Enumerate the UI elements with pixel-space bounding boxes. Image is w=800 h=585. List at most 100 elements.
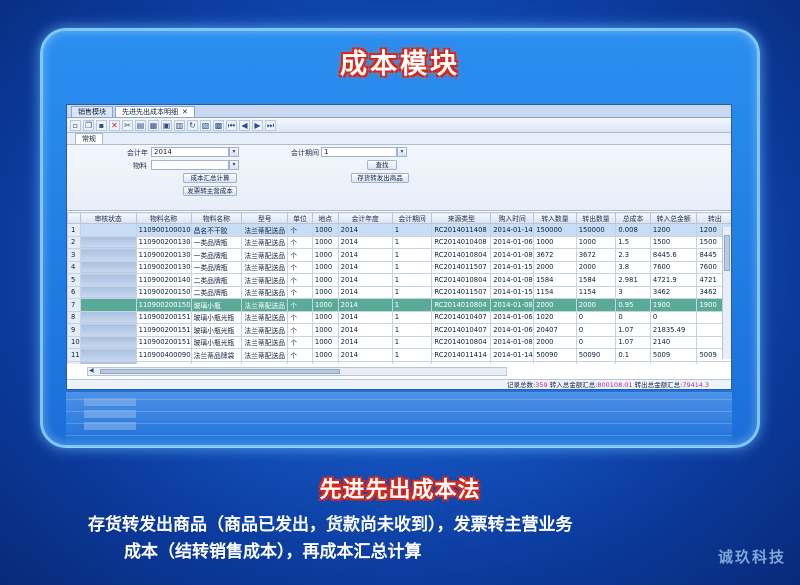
table-row[interactable]: 5 110900200140 二类品牌瓶 法兰蒂配送品个 1000 2014 1 RC2014… [67, 273, 731, 287]
table-cell[interactable]: 110900200151 [135, 323, 192, 337]
table-cell[interactable]: 个 [287, 285, 313, 299]
tab-sales-module[interactable]: 销售模块 [71, 106, 113, 117]
print-icon[interactable]: ▦ [148, 119, 159, 131]
table-cell[interactable]: 1 [391, 360, 433, 364]
table-row[interactable]: 10 110900200151 玻璃小瓶光瓶 法兰蒂配送品个 1000 2014 1 RC20… [67, 335, 731, 349]
table-cell[interactable]: 1000 [311, 248, 339, 262]
table-cell[interactable]: 二类品牌瓶 [190, 285, 243, 299]
status-cell[interactable] [79, 348, 137, 362]
table-cell[interactable]: 1 [391, 348, 433, 362]
table-cell[interactable]: 1 [391, 298, 433, 312]
table-row[interactable]: 4 110900200130 一类品牌瓶 法兰蒂配送品个 1000 2014 1 RC2014… [67, 260, 731, 274]
column-header[interactable]: 地点 [311, 212, 339, 224]
table-cell[interactable]: RC2014010804 [431, 248, 492, 262]
table-cell[interactable]: 玻璃小瓶光瓶 [190, 335, 243, 349]
status-cell[interactable] [79, 223, 137, 237]
table-cell[interactable]: 110900200130 [135, 235, 192, 249]
table-cell[interactable]: 1 [391, 323, 433, 337]
table-cell[interactable]: 法兰蒂配送品 [241, 223, 289, 237]
table-cell[interactable]: 110900200130 [135, 260, 192, 274]
table-cell[interactable]: 法兰蒂配送品 [241, 235, 289, 249]
filter-icon[interactable]: ▧ [200, 119, 211, 131]
column-header[interactable]: 物料名称 [190, 212, 243, 224]
table-cell[interactable]: 2014 [337, 323, 393, 337]
last-icon[interactable]: ⏭ [265, 119, 276, 131]
table-cell[interactable]: 1000 [311, 310, 339, 324]
table-cell[interactable]: 个 [287, 248, 313, 262]
chevron-down-icon[interactable]: ▾ [229, 160, 239, 170]
table-cell[interactable]: RC2014010804 [431, 335, 492, 349]
table-cell[interactable]: 2014 [337, 235, 393, 249]
horizontal-scrollbar[interactable]: ◀ [87, 367, 507, 376]
delete-icon[interactable]: ✕ [109, 119, 120, 131]
table-cell[interactable]: 2014-01-08 [490, 273, 535, 287]
table-cell[interactable]: 1 [391, 260, 433, 274]
table-cell[interactable]: 个 [287, 335, 313, 349]
table-cell[interactable]: 1000 [533, 235, 577, 249]
scroll-thumb[interactable] [100, 369, 340, 374]
column-header[interactable]: 会计年度 [337, 212, 393, 224]
table-cell[interactable]: 个 [287, 298, 313, 312]
table-cell[interactable]: 1000 [311, 285, 339, 299]
table-cell[interactable]: RC2014010407 [431, 323, 492, 337]
invoice-transfer-button[interactable]: 发票转主营成本 [183, 186, 237, 196]
table-cell[interactable]: RC2014011507 [431, 285, 492, 299]
table-cell[interactable]: 110900200130 [135, 248, 192, 262]
table-cell[interactable]: 个 [287, 348, 313, 362]
table-row[interactable]: 3 110900200130 一类品牌瓶 法兰蒂配送品个 1000 2014 1 RC2014… [67, 248, 731, 262]
table-cell[interactable]: 法兰蒂配送品 [241, 348, 289, 362]
material-field[interactable] [151, 160, 229, 170]
table-cell[interactable]: 0 [575, 323, 617, 337]
table-cell[interactable]: 玻璃小瓶 [190, 298, 243, 312]
inventory-transfer-button[interactable]: 存货转发出商品 [351, 173, 409, 183]
table-cell[interactable]: 昌名不干胶 [190, 223, 243, 237]
table-cell[interactable]: 2014-01-06 [490, 323, 535, 337]
table-cell[interactable]: 110900500030 [135, 360, 192, 364]
table-cell[interactable]: 2000 [533, 335, 577, 349]
table-cell[interactable]: 法兰蒂配送品 [241, 310, 289, 324]
import-icon[interactable]: ▥ [174, 119, 185, 131]
table-cell[interactable]: 2014-01-08 [490, 298, 535, 312]
table-cell[interactable]: 法兰蒂配送品 [241, 248, 289, 262]
table-cell[interactable]: 1000 [311, 260, 339, 274]
column-header[interactable]: 型号 [241, 212, 289, 224]
period-year-field[interactable]: 2014 [151, 147, 229, 157]
table-cell[interactable]: 2014-01-14 [490, 223, 535, 237]
scroll-left-icon[interactable]: ◀ [89, 367, 94, 374]
table-cell[interactable]: 张 [287, 360, 313, 364]
table-cell[interactable]: 1000 [311, 335, 339, 349]
chevron-down-icon[interactable]: ▾ [229, 147, 239, 157]
table-cell[interactable]: 法兰蒂配送品 [241, 360, 289, 364]
table-cell[interactable]: 3 [615, 285, 651, 299]
table-cell[interactable]: 1 [391, 273, 433, 287]
table-cell[interactable]: 3462 [649, 285, 698, 299]
table-cell[interactable]: 2140 [649, 335, 698, 349]
table-cell[interactable]: 2014 [337, 285, 393, 299]
table-cell[interactable]: 2014-01-14 [490, 348, 535, 362]
table-row[interactable]: 12 110900500030VIP卡法兰蒂配送品张100020141RC2014… [67, 360, 731, 364]
table-cell[interactable]: 2.981 [615, 273, 651, 287]
table-cell[interactable]: 1154 [575, 285, 617, 299]
table-cell[interactable]: 1000 [311, 235, 339, 249]
table-cell[interactable]: 1200 [649, 223, 698, 237]
calc-icon[interactable]: ▩ [213, 119, 224, 131]
query-button[interactable]: 查找 [367, 160, 397, 170]
table-cell[interactable]: 0 [575, 335, 617, 349]
table-cell[interactable]: 2000 [575, 298, 617, 312]
table-cell[interactable]: 个 [287, 323, 313, 337]
tab-general[interactable]: 常规 [75, 133, 103, 144]
table-cell[interactable]: 2014-01-06 [490, 235, 535, 249]
prev-icon[interactable]: ◀ [239, 119, 250, 131]
table-cell[interactable]: 3.8 [615, 260, 651, 274]
cut-icon[interactable]: ✂ [122, 119, 133, 131]
table-cell[interactable]: 7600 [649, 260, 698, 274]
status-cell[interactable] [79, 260, 137, 274]
table-cell[interactable]: 50090 [575, 348, 617, 362]
table-cell[interactable]: 2014 [337, 223, 393, 237]
table-cell[interactable]: 个 [287, 273, 313, 287]
table-row[interactable]: 8 110900200151 玻璃小瓶光瓶 法兰蒂配送品个 1000 2014 1 RC201… [67, 310, 731, 324]
status-cell[interactable] [79, 285, 137, 299]
table-cell[interactable]: RC2014011414 [431, 348, 492, 362]
table-cell[interactable]: 800 [649, 360, 698, 364]
table-cell[interactable]: 个 [287, 310, 313, 324]
